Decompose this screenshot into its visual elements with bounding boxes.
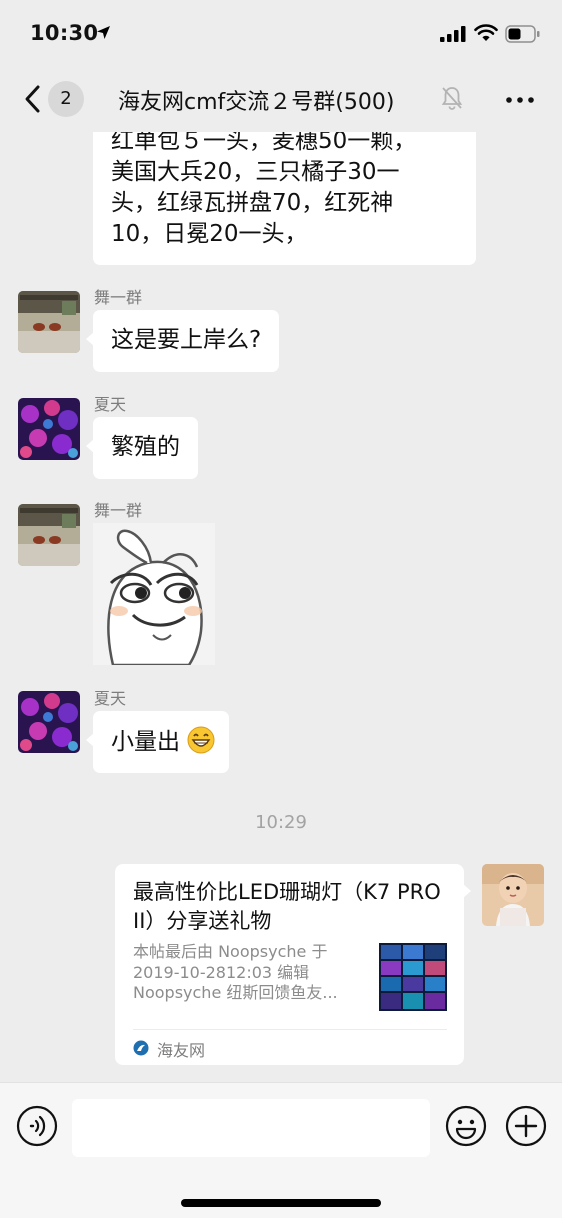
sender-name: 舞一群 bbox=[94, 288, 143, 307]
message-list[interactable]: 红单包５一头，麦穗50一颗， 美国大兵20，三只橘子30一 头，红绿瓦拼盘70，… bbox=[0, 132, 562, 1082]
emoji-icon[interactable] bbox=[445, 1105, 487, 1147]
sender-name: 舞一群 bbox=[94, 501, 143, 520]
link-card-desc-line: Noopsyche 纽斯回馈鱼友... bbox=[133, 983, 338, 1002]
home-indicator bbox=[181, 1199, 381, 1207]
message-text-line: 头，红绿瓦拼盘70，红死神 bbox=[111, 190, 394, 216]
source-logo-icon bbox=[133, 1040, 149, 1056]
back-chevron-icon[interactable] bbox=[22, 84, 44, 114]
chat-header: 2 海友网cmf交流２号群(500) bbox=[0, 68, 562, 132]
message-text-line: 10，日冕20一头， bbox=[111, 221, 308, 247]
message-bubble[interactable]: 红单包５一头，麦穗50一颗， 美国大兵20，三只橘子30一 头，红绿瓦拼盘70，… bbox=[93, 132, 476, 265]
message-bubble[interactable]: 这是要上岸么? bbox=[85, 310, 280, 372]
avatar-wuyiqun[interactable] bbox=[18, 291, 80, 353]
input-bar bbox=[0, 1082, 562, 1218]
plus-icon[interactable] bbox=[505, 1105, 547, 1147]
avatar-xiatian[interactable] bbox=[18, 691, 80, 753]
muted-bell-icon bbox=[441, 87, 463, 110]
message-text-line: 红单包５一头，麦穗50一颗， bbox=[111, 132, 417, 154]
link-card-title: 最高性价比LED珊瑚灯（K7 PRO II）分享送礼物 bbox=[133, 880, 441, 933]
location-arrow-icon bbox=[97, 26, 110, 39]
sender-name: 夏天 bbox=[94, 689, 127, 708]
cellular-signal-icon bbox=[440, 26, 466, 42]
message-bubble[interactable]: 繁殖的 bbox=[86, 417, 198, 479]
link-card-description: 本帖最后由 Noopsyche 于 2019-10-2812:03 编辑 Noo… bbox=[133, 942, 373, 1004]
wifi-icon bbox=[474, 24, 498, 41]
avatar-self[interactable] bbox=[482, 864, 544, 926]
message-bubble[interactable]: 小量出 bbox=[85, 711, 230, 773]
link-card-thumbnail bbox=[379, 943, 447, 1011]
link-card-desc-line: 2019-10-2812:03 编辑 bbox=[133, 962, 310, 982]
link-card-source: 海友网 bbox=[157, 1041, 206, 1060]
chat-title: 海友网cmf交流２号群(500) bbox=[118, 90, 395, 115]
link-card-desc-line: 本帖最后由 Noopsyche 于 bbox=[133, 942, 328, 961]
status-time: 10:30 bbox=[30, 21, 99, 45]
avatar-wuyiqun[interactable] bbox=[18, 504, 80, 566]
status-bar: 10:30 bbox=[0, 0, 562, 68]
link-card-message[interactable]: 最高性价比LED珊瑚灯（K7 PRO II）分享送礼物 本帖最后由 Noopsy… bbox=[115, 864, 471, 1065]
grinning-face-icon bbox=[187, 726, 215, 754]
more-options-icon[interactable] bbox=[505, 96, 535, 104]
battery-icon bbox=[505, 25, 540, 43]
message-text-line: 美国大兵20，三只橘子30一 bbox=[111, 159, 400, 185]
sticker-image[interactable] bbox=[93, 523, 215, 665]
message-text: 繁殖的 bbox=[111, 434, 180, 460]
sender-name: 夏天 bbox=[94, 395, 127, 414]
voice-input-icon[interactable] bbox=[16, 1105, 58, 1147]
unread-count-badge[interactable]: 2 bbox=[48, 81, 84, 117]
message-input[interactable] bbox=[72, 1099, 430, 1157]
link-card-divider bbox=[133, 1029, 447, 1030]
time-separator: 10:29 bbox=[255, 812, 307, 833]
message-text: 小量出 bbox=[111, 729, 180, 755]
message-text: 这是要上岸么? bbox=[111, 327, 262, 353]
avatar-xiatian[interactable] bbox=[18, 398, 80, 460]
